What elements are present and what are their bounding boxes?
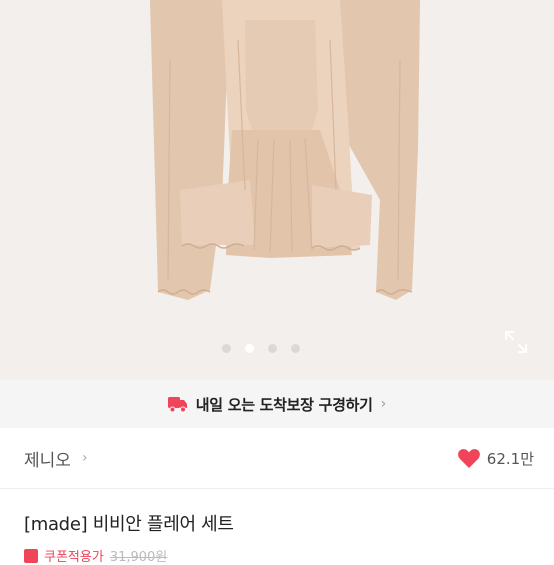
coupon-icon <box>24 548 38 563</box>
coupon-price: 31,900원 <box>109 550 168 565</box>
pagination-dot-active[interactable] <box>245 344 254 353</box>
gallery-pagination <box>0 344 538 356</box>
seller-name-link[interactable]: 제니오 <box>24 446 71 471</box>
coupon-price-row: 쿠폰적용가 31,900원 <box>24 546 167 565</box>
pagination-dot[interactable] <box>222 344 231 353</box>
like-button[interactable]: 62.1만 <box>457 447 534 469</box>
pagination-dot[interactable] <box>291 344 300 353</box>
delivery-truck-icon <box>167 397 187 413</box>
product-photo <box>150 0 420 300</box>
arrival-guarantee-banner[interactable]: 내일 오는 도착보장 구경하기 › <box>0 380 554 428</box>
pagination-dot[interactable] <box>268 344 277 353</box>
like-count: 62.1만 <box>486 449 534 468</box>
product-title: [made] 비비안 플레어 세트 <box>24 514 234 535</box>
coupon-label: 쿠폰적용가 <box>44 550 104 565</box>
chevron-right-icon: › <box>380 396 387 412</box>
heart-icon <box>457 449 480 468</box>
expand-icon[interactable] <box>502 328 530 356</box>
promo-text: 내일 오는 도착보장 구경하기 <box>195 395 373 414</box>
chevron-right-icon: › <box>82 450 88 466</box>
product-image-gallery[interactable] <box>0 0 554 380</box>
seller-row: 제니오 › 62.1만 <box>0 428 554 489</box>
